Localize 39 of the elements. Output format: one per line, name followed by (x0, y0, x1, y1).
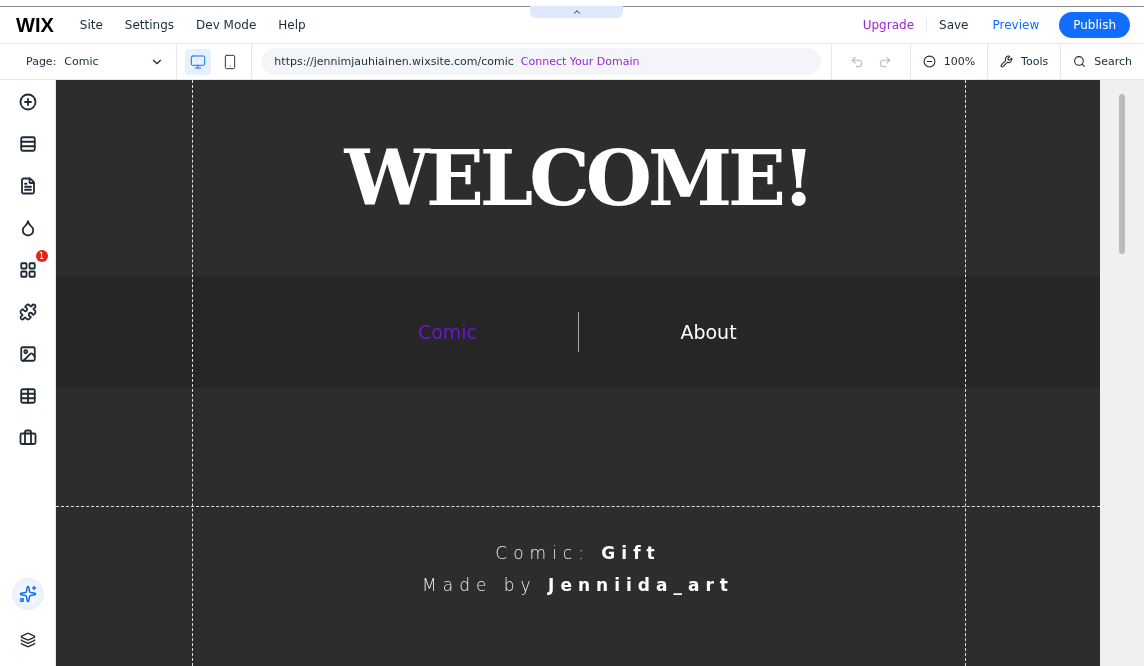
menu-item[interactable]: Settings (124, 18, 175, 32)
wrench-icon (1000, 55, 1014, 68)
document-icon[interactable] (18, 177, 37, 195)
save-button[interactable]: Save (927, 18, 981, 32)
caret-icon (571, 7, 582, 17)
tools-button[interactable]: Tools (988, 44, 1062, 79)
sparkle-button[interactable] (11, 578, 44, 610)
zoom-out-icon (922, 55, 936, 68)
footer-text: Comic: Gift (495, 543, 661, 563)
scrollbar-thumb[interactable] (1119, 94, 1125, 254)
preview-button[interactable]: Preview (980, 18, 1052, 32)
desktop-icon (190, 53, 207, 70)
footer-text: Made by Jenniida_art (422, 575, 734, 595)
menu-item[interactable]: Dev Mode (196, 18, 257, 32)
site-url: https://jennimjauhiainen.wixsite.com/comic (274, 55, 514, 68)
image-icon[interactable] (18, 345, 37, 363)
menu-item[interactable]: Site (79, 18, 103, 32)
upgrade-link[interactable]: Upgrade (850, 18, 928, 32)
desktop-view-button[interactable] (185, 48, 212, 75)
sparkle-icon (18, 585, 37, 603)
search-button[interactable]: Search (1061, 44, 1144, 79)
nav-link[interactable]: About (578, 321, 839, 343)
page-label: Page: (26, 55, 57, 68)
welcome-heading: WELCOME! (344, 133, 812, 223)
page-dropdown[interactable]: Comic (64, 54, 165, 69)
search-icon (1073, 55, 1087, 68)
scrollbar[interactable] (1100, 80, 1144, 666)
menu-item[interactable]: Help (278, 18, 306, 32)
wix-logo: WIX (16, 13, 54, 37)
connect-domain-link[interactable]: Connect Your Domain (520, 55, 640, 68)
briefcase-icon[interactable] (18, 429, 37, 447)
zoom-button[interactable]: 100% (910, 44, 989, 79)
add-icon[interactable] (18, 93, 37, 111)
sections-icon[interactable] (18, 135, 37, 153)
notification-badge: 1 (35, 250, 48, 262)
publish-button[interactable]: Publish (1059, 12, 1130, 38)
grid-icon[interactable] (18, 261, 37, 279)
table-icon[interactable] (18, 387, 37, 405)
puzzle-icon[interactable] (18, 303, 37, 321)
